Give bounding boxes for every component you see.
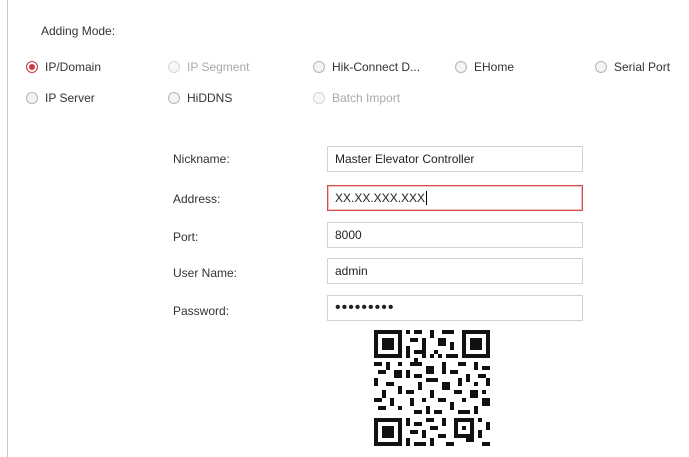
radio-button-icon xyxy=(313,92,325,104)
radio-label: Hik-Connect D... xyxy=(332,60,421,74)
username-input[interactable]: admin xyxy=(327,258,583,284)
radio-ehome[interactable]: EHome xyxy=(455,59,514,75)
radio-batch-import[interactable]: Batch Import xyxy=(313,90,400,106)
address-label: Address: xyxy=(173,192,221,206)
port-value: 8000 xyxy=(335,228,362,242)
radio-button-icon xyxy=(26,61,38,73)
radio-hik-connect[interactable]: Hik-Connect D... xyxy=(313,59,420,75)
radio-ip-segment[interactable]: IP Segment xyxy=(168,59,249,75)
radio-hiddns[interactable]: HiDDNS xyxy=(168,90,232,106)
radio-button-icon xyxy=(168,92,180,104)
radio-ip-domain[interactable]: IP/Domain xyxy=(26,59,101,75)
nickname-label: Nickname: xyxy=(173,152,230,166)
radio-label: IP Server xyxy=(45,91,95,105)
text-caret xyxy=(426,191,428,205)
password-value: ••••••••• xyxy=(335,299,395,316)
adding-mode-label: Adding Mode: xyxy=(41,24,116,38)
add-device-panel: Adding Mode: IP/Domain IP Segment Hik-Co… xyxy=(7,0,689,457)
radio-button-icon xyxy=(168,61,180,73)
nickname-input[interactable]: Master Elevator Controller xyxy=(327,146,583,172)
port-label: Port: xyxy=(173,230,199,244)
port-input[interactable]: 8000 xyxy=(327,222,583,248)
address-input[interactable]: XX.XX.XXX.XXX xyxy=(327,185,583,211)
radio-label: IP Segment xyxy=(187,60,250,74)
address-value: XX.XX.XXX.XXX xyxy=(335,191,426,205)
radio-serial-port[interactable]: Serial Port xyxy=(595,59,670,75)
radio-button-icon xyxy=(455,61,467,73)
radio-label: IP/Domain xyxy=(45,60,102,74)
radio-label: EHome xyxy=(474,60,515,74)
radio-label: Serial Port xyxy=(614,60,671,74)
radio-ip-server[interactable]: IP Server xyxy=(26,90,95,106)
password-label: Password: xyxy=(173,304,230,318)
radio-label: Batch Import xyxy=(332,91,401,105)
qr-code-icon xyxy=(374,330,490,446)
username-label: User Name: xyxy=(173,266,238,280)
radio-button-icon xyxy=(595,61,607,73)
nickname-value: Master Elevator Controller xyxy=(335,152,475,166)
radio-button-icon xyxy=(313,61,325,73)
username-value: admin xyxy=(335,264,368,278)
radio-label: HiDDNS xyxy=(187,91,233,105)
radio-button-icon xyxy=(26,92,38,104)
password-input[interactable]: ••••••••• xyxy=(327,295,583,321)
